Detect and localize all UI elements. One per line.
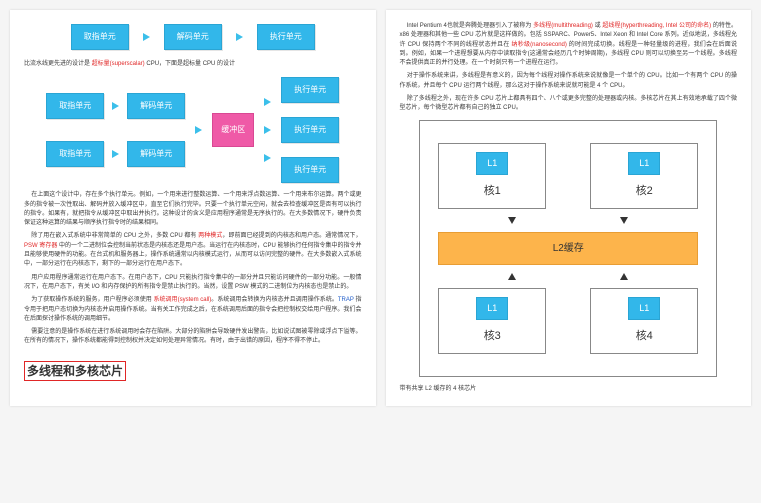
exec-unit: 执行单元 bbox=[281, 157, 339, 183]
core-box: L1核4 bbox=[590, 288, 698, 354]
exec-unit: 执行单元 bbox=[281, 117, 339, 143]
right-column: Intel Pentium 4也就是奔腾处理器引入了被称为 多线程(multit… bbox=[386, 10, 752, 406]
superscalar-diagram: 取指单元解码单元 取指单元解码单元 缓冲区 执行单元 执行单元 执行单元 bbox=[24, 77, 362, 183]
paragraph: 对于操作系统来讲，多线程是有意义的，因为每个线程对操作系统来说就像是一个单个的 … bbox=[400, 72, 738, 91]
decode-unit: 解码单元 bbox=[164, 24, 222, 50]
fetch-unit: 取指单元 bbox=[46, 141, 104, 167]
left-column: 取指单元 解码单元 执行单元 比流水线更先进的设计是 超标量(superscal… bbox=[10, 10, 376, 406]
term-syscall: 系统调用(system call) bbox=[153, 297, 211, 303]
term-trap: TRAP bbox=[338, 297, 354, 303]
pipeline-diagram: 取指单元 解码单元 执行单元 bbox=[24, 24, 362, 50]
highlighted-heading: 多线程和多核芯片 bbox=[24, 361, 126, 381]
exec-unit: 执行单元 bbox=[257, 24, 315, 50]
core-label: 核2 bbox=[636, 183, 653, 200]
paragraph: 需要注意的是操作系统在进行系统调用时会存在陷阱。大部分的陷阱会导致硬件发出警告，… bbox=[24, 328, 362, 347]
core-box: L1核3 bbox=[438, 288, 546, 354]
decode-unit: 解码单元 bbox=[127, 141, 185, 167]
paragraph: 在上面这个设计中，存在多个执行单元。例如，一个用来进行整数运算、一个用来浮点数运… bbox=[24, 191, 362, 228]
paragraph: 除了用在嵌入式系统中非常简单的 CPU 之外，多数 CPU 都有 两种模式，即前… bbox=[24, 232, 362, 269]
term-psw: PSW 寄存器 bbox=[24, 243, 57, 249]
core-label: 核4 bbox=[636, 328, 653, 345]
decode-unit: 解码单元 bbox=[127, 93, 185, 119]
l1-cache: L1 bbox=[628, 152, 660, 176]
arrow-icon bbox=[264, 98, 271, 106]
arrow-icon bbox=[264, 154, 271, 162]
term-modes: 两种模式 bbox=[198, 233, 222, 239]
arrow-icon bbox=[112, 102, 119, 110]
core-label: 核1 bbox=[484, 183, 501, 200]
exec-unit: 执行单元 bbox=[281, 77, 339, 103]
arrow-icon bbox=[143, 33, 150, 41]
arrow-icon bbox=[112, 150, 119, 158]
heading: 多线程和多核芯片 bbox=[27, 362, 123, 380]
arrow-down-icon bbox=[620, 217, 628, 224]
l1-cache: L1 bbox=[476, 152, 508, 176]
paragraph: Intel Pentium 4也就是奔腾处理器引入了被称为 多线程(multit… bbox=[400, 22, 738, 68]
term-nanosecond: 纳秒级(nanosecond) bbox=[511, 42, 566, 48]
l2-cache: L2缓存 bbox=[438, 232, 698, 265]
l1-cache: L1 bbox=[628, 297, 660, 321]
core-label: 核3 bbox=[484, 328, 501, 345]
fetch-unit: 取指单元 bbox=[46, 93, 104, 119]
arrow-icon bbox=[236, 33, 243, 41]
arrow-icon bbox=[195, 126, 202, 134]
paragraph: 除了多线程之外，现在许多 CPU 芯片上都具有四个、八个或更多完整的处理器或内核… bbox=[400, 95, 738, 114]
l1-cache: L1 bbox=[476, 297, 508, 321]
document-page: 取指单元 解码单元 执行单元 比流水线更先进的设计是 超标量(superscal… bbox=[0, 0, 761, 416]
core-box: L1核2 bbox=[590, 143, 698, 209]
chip-diagram: L1核1 L1核2 L2缓存 L1核3 L1核4 bbox=[419, 120, 717, 377]
term-multithreading: 多线程(multithreading) bbox=[533, 23, 593, 29]
paragraph: 用户应用程序通常运行在用户态下。在用户态下，CPU 只能执行指令集中的一部分并且… bbox=[24, 274, 362, 293]
arrow-up-icon bbox=[508, 273, 516, 280]
core-box: L1核1 bbox=[438, 143, 546, 209]
arrow-icon bbox=[264, 126, 271, 134]
term-hyperthreading: 超线程(hyperthreading, Intel 公司的命名) bbox=[602, 23, 711, 29]
paragraph: 为了获取操作系统的服务，用户程序必须使用 系统调用(system call)。系… bbox=[24, 296, 362, 324]
arrow-down-icon bbox=[508, 217, 516, 224]
text-line: 比流水线更先进的设计是 超标量(superscalar) CPU，下面是超标量 … bbox=[24, 60, 362, 69]
buffer-unit: 缓冲区 bbox=[212, 113, 254, 147]
figure-caption: 带有共享 L2 缓存的 4 核芯片 bbox=[400, 385, 738, 394]
fetch-unit: 取指单元 bbox=[71, 24, 129, 50]
arrow-up-icon bbox=[620, 273, 628, 280]
term-superscalar: 超标量(superscalar) bbox=[92, 61, 145, 67]
